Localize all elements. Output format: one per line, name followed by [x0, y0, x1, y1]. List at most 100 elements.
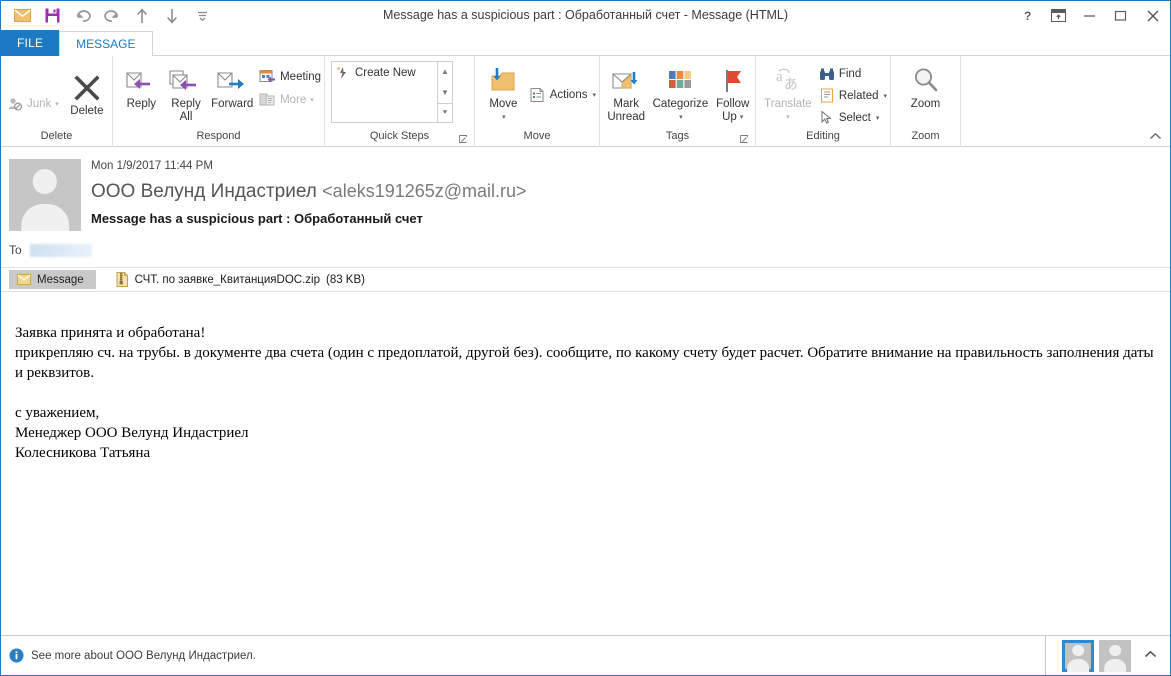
maximize-button[interactable] — [1105, 1, 1136, 30]
avatar-head — [32, 169, 58, 194]
mail-icon[interactable] — [7, 3, 37, 29]
collapse-ribbon-chevron-up-icon[interactable] — [1149, 132, 1162, 144]
reply-all-button[interactable]: Reply All — [164, 60, 209, 124]
minimize-button[interactable] — [1074, 1, 1105, 30]
reply-button[interactable]: Reply — [119, 60, 164, 111]
more-chevron-down-icon[interactable]: ▾ — [310, 96, 314, 104]
ribbon-group-label-editing: Editing — [806, 130, 840, 142]
categorize-icon — [665, 64, 695, 98]
meeting-button[interactable]: Meeting — [256, 66, 324, 87]
body-line-3: с уважением, — [15, 405, 100, 421]
quick-steps-scrollbar[interactable]: ▲ ▼ ⯆ — [437, 62, 452, 122]
zoom-button[interactable]: Zoom — [897, 60, 955, 111]
related-label: Related — [838, 89, 879, 102]
ribbon-group-move: Move ▾ Actions ▾ Move — [475, 56, 600, 147]
save-icon[interactable] — [37, 3, 67, 29]
categorize-chevron-down-icon[interactable]: ▾ — [679, 111, 683, 124]
svg-text:?: ? — [1024, 9, 1031, 23]
move-chevron-down-icon[interactable]: ▾ — [502, 111, 506, 124]
svg-text:あ: あ — [784, 77, 798, 93]
select-chevron-down-icon[interactable]: ▾ — [876, 114, 880, 122]
people-pane-expand-chevron-up-icon[interactable] — [1144, 650, 1157, 662]
cursor-select-icon — [821, 110, 832, 124]
message-date: Mon 1/9/2017 11:44 PM — [91, 160, 213, 172]
customize-quick-access-toolbar-icon[interactable] — [187, 3, 217, 29]
junk-icon — [8, 97, 23, 111]
ribbon-group-respond: Reply Reply All Forward Meeting More ▾ R… — [113, 56, 325, 147]
delete-button[interactable]: Delete — [62, 67, 112, 118]
move-label: Move — [489, 98, 518, 110]
related-button[interactable]: Related ▾ — [816, 85, 890, 106]
translate-icon: aあ — [773, 64, 803, 98]
move-button[interactable]: Move ▾ — [481, 60, 526, 124]
quick-step-create-new[interactable]: Create New — [336, 66, 437, 80]
mark-unread-label-1: Mark — [613, 98, 639, 110]
to-recipient-redacted[interactable] — [29, 243, 92, 257]
ribbon-group-editing: aあ Translate ▾ Find Related ▾ Select ▾ E… — [756, 56, 891, 147]
tab-file[interactable]: FILE — [1, 30, 60, 56]
scroll-up-icon[interactable]: ▲ — [438, 62, 452, 81]
mark-unread-button[interactable]: Mark Unread — [602, 60, 650, 124]
tabstrip-filler — [152, 30, 1170, 56]
quick-steps-gallery[interactable]: Create New ▲ ▼ ⯆ — [331, 61, 453, 123]
find-button[interactable]: Find — [816, 63, 890, 84]
next-item-icon[interactable] — [157, 3, 187, 29]
undo-icon[interactable] — [67, 3, 97, 29]
help-icon[interactable]: ? — [1012, 1, 1043, 30]
binoculars-icon — [819, 68, 834, 80]
flag-icon — [719, 64, 747, 98]
actions-chevron-down-icon[interactable]: ▾ — [592, 91, 596, 99]
tags-dialog-launcher-icon[interactable] — [740, 135, 750, 145]
move-folder-icon — [486, 64, 520, 98]
redo-icon[interactable] — [97, 3, 127, 29]
ribbon-display-options-icon[interactable] — [1043, 1, 1074, 30]
zoom-label: Zoom — [910, 98, 941, 110]
people-pane-avatar-1[interactable] — [1062, 639, 1094, 672]
junk-button[interactable]: Junk ▾ — [5, 93, 62, 114]
outlook-message-window: Message has a suspicious part : Обработа… — [0, 0, 1171, 676]
message-subject: Message has a suspicious part : Обработа… — [91, 211, 423, 226]
message-envelope-icon — [17, 274, 31, 285]
translate-label: Translate — [764, 98, 812, 110]
reply-label: Reply — [126, 98, 157, 110]
follow-up-button[interactable]: Follow Up ▾ — [710, 60, 755, 124]
body-line-1: Заявка принята и обработана! — [15, 325, 206, 341]
actions-button[interactable]: Actions ▾ — [526, 84, 599, 105]
translate-button[interactable]: aあ Translate ▾ — [760, 60, 816, 124]
mark-unread-label-2: Unread — [607, 111, 646, 123]
categorize-button[interactable]: Categorize ▾ — [650, 60, 710, 124]
body-line-4: Менеджер ООО Велунд Индастриел — [15, 425, 249, 441]
sender-avatar — [9, 159, 81, 231]
body-line-5: Колесникова Татьяна — [15, 445, 151, 461]
previous-item-icon[interactable] — [127, 3, 157, 29]
see-more-row[interactable]: See more about ООО Велунд Индастриел. — [1, 648, 256, 663]
delete-label: Delete — [70, 105, 104, 117]
follow-up-chevron-down-icon[interactable]: ▾ — [740, 111, 744, 124]
reply-icon — [124, 64, 158, 98]
tab-message[interactable]: MESSAGE — [59, 31, 153, 57]
related-chevron-down-icon[interactable]: ▾ — [883, 92, 887, 100]
message-tab-button[interactable]: Message — [9, 270, 96, 289]
select-button[interactable]: Select ▾ — [816, 107, 890, 128]
message-sender: ООО Велунд Индастриел <aleks191265z@mail… — [91, 176, 1170, 207]
people-pane-avatar-2[interactable] — [1099, 639, 1131, 672]
translate-chevron-down-icon[interactable]: ▾ — [786, 111, 790, 124]
follow-up-label-1: Follow — [716, 98, 750, 110]
ribbon-group-label-quick-steps: Quick Steps — [369, 130, 430, 142]
avatar-body — [21, 203, 69, 231]
message-header: Mon 1/9/2017 11:44 PM ООО Велунд Индастр… — [1, 147, 1170, 268]
forward-button[interactable]: Forward — [208, 60, 256, 111]
junk-chevron-down-icon[interactable]: ▾ — [55, 100, 59, 108]
close-button[interactable] — [1136, 1, 1170, 30]
recipient-row: To — [9, 241, 1170, 259]
ribbon-group-label-move: Move — [523, 130, 551, 142]
quick-steps-dialog-launcher-icon[interactable] — [459, 135, 469, 145]
sender-name: ООО Велунд Индастриел — [91, 181, 317, 202]
message-body[interactable]: Заявка принята и обработана! прикрепляю … — [1, 295, 1170, 635]
more-button[interactable]: More ▾ — [256, 89, 324, 110]
quick-steps-more-icon[interactable]: ⯆ — [438, 103, 452, 122]
scroll-down-icon[interactable]: ▼ — [438, 83, 452, 102]
actions-label: Actions — [549, 88, 588, 101]
attachment-item[interactable]: СЧТ. по заявке_КвитанцияDOC.zip (83 KB) — [116, 272, 365, 287]
follow-up-label-2: Up — [722, 111, 737, 123]
